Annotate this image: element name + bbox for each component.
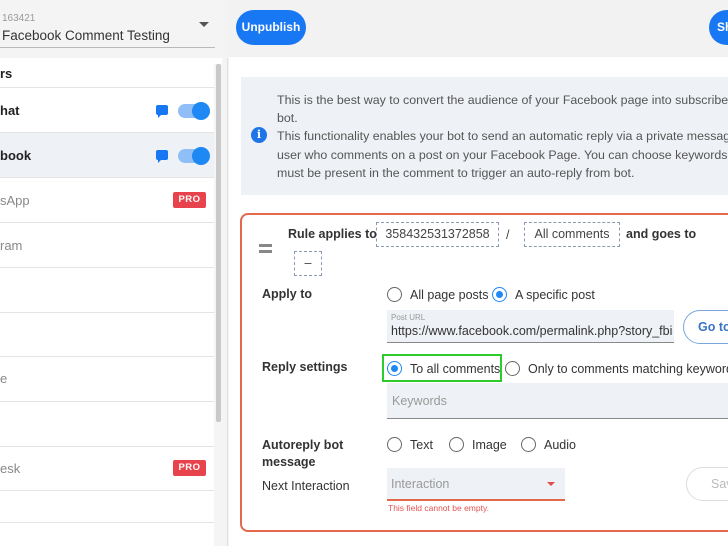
channel-label: sApp	[0, 193, 30, 208]
chat-icon[interactable]	[156, 105, 168, 118]
next-interaction-label: Next Interaction	[262, 479, 350, 493]
autoreply-label-line: Autoreply bot	[262, 438, 344, 452]
channel-item-instagram[interactable]: ram	[0, 223, 222, 268]
reply-settings-label: Reply settings	[262, 360, 348, 374]
radio-label: Text	[410, 438, 433, 452]
interaction-placeholder: Interaction	[391, 477, 450, 491]
drag-handle-icon[interactable]	[259, 244, 272, 253]
channel-item[interactable]	[0, 268, 222, 313]
rule-prefix: Rule applies to	[288, 227, 377, 241]
info-line: This is the best way to convert the audi…	[277, 93, 728, 107]
radio-image[interactable]	[449, 437, 464, 452]
rule-goes-to: and goes to	[626, 227, 697, 241]
rule-card: Rule applies to 358432531372858 / All co…	[240, 213, 728, 532]
page-name: Facebook Comment Testing	[2, 28, 170, 43]
channel-item[interactable]: e	[0, 357, 222, 402]
comment-filter-chip[interactable]: All comments	[524, 222, 620, 247]
channel-item-facebook[interactable]: book	[0, 133, 222, 178]
apply-to-label: Apply to	[262, 287, 312, 301]
page-selector[interactable]: 163421 Facebook Comment Testing	[0, 0, 228, 58]
toggle-knob	[192, 147, 210, 165]
info-line: user who comments on a post on your Face…	[277, 147, 728, 162]
channel-item-whatsapp[interactable]: sApp PRO	[0, 178, 222, 223]
post-url-field[interactable]: Post URL https://www.facebook.com/permal…	[387, 310, 674, 343]
channel-item-chat[interactable]: hat	[0, 88, 222, 133]
channel-label: book	[0, 148, 32, 163]
unpublish-button[interactable]: Unpublish	[236, 10, 306, 45]
interaction-error: This field cannot be empty.	[388, 503, 489, 513]
channel-item-helpdesk[interactable]: esk PRO	[0, 447, 222, 491]
radio-label: To all comments	[410, 362, 501, 376]
autoreply-label: Autoreply bot message	[262, 437, 343, 471]
radio-specific-post[interactable]	[492, 287, 507, 302]
toggle-knob	[192, 102, 210, 120]
sidebar: 163421 Facebook Comment Testing rs hat b…	[0, 0, 228, 546]
pro-badge: PRO	[173, 192, 206, 208]
rule-separator: /	[506, 228, 510, 242]
channel-item[interactable]	[0, 402, 222, 447]
info-line: must be present in the comment to trigge…	[277, 165, 635, 180]
info-icon: i	[251, 127, 267, 143]
radio-matching-keywords[interactable]	[505, 361, 520, 376]
channel-toggle[interactable]	[178, 147, 210, 165]
radio-text[interactable]	[387, 437, 402, 452]
info-line: bot.	[277, 111, 298, 126]
main-area: Unpublish Sh i This is the best way to c…	[229, 0, 728, 546]
post-url-value: https://www.facebook.com/permalink.php?s…	[391, 324, 673, 338]
autoreply-label-line: message	[262, 455, 316, 469]
channel-label: esk	[0, 461, 21, 476]
post-url-label: Post URL	[391, 313, 426, 322]
chevron-down-icon[interactable]	[199, 22, 209, 27]
save-button[interactable]: Sav	[686, 467, 728, 501]
caret-down-icon	[547, 482, 555, 486]
app-root: 163421 Facebook Comment Testing rs hat b…	[0, 0, 728, 546]
share-button[interactable]: Sh	[709, 10, 728, 45]
radio-label: A specific post	[515, 288, 595, 302]
channel-label: hat	[0, 103, 20, 118]
post-id-chip[interactable]: 358432531372858	[376, 222, 499, 247]
channel-label: ram	[0, 238, 23, 253]
info-text: This is the best way to convert the audi…	[277, 91, 728, 182]
radio-label: Audio	[544, 438, 576, 452]
info-line: This functionality enables your bot to s…	[277, 129, 728, 144]
channel-toggle[interactable]	[178, 102, 210, 120]
destination-chip[interactable]: –	[294, 251, 322, 276]
radio-label: All page posts	[410, 288, 489, 302]
chat-icon[interactable]	[156, 150, 168, 163]
channel-label: e	[0, 371, 8, 386]
go-to-button[interactable]: Go to	[683, 310, 728, 344]
pro-badge: PRO	[173, 460, 206, 476]
radio-audio[interactable]	[521, 437, 536, 452]
radio-all-page-posts[interactable]	[387, 287, 402, 302]
channel-item[interactable]	[0, 313, 222, 357]
radio-to-all-comments[interactable]	[387, 361, 402, 376]
keywords-placeholder: Keywords	[392, 394, 447, 408]
content-panel: i This is the best way to convert the au…	[229, 57, 728, 546]
radio-label: Only to comments matching keywords	[528, 362, 728, 376]
page-id: 163421	[2, 13, 36, 24]
section-header-label: rs	[0, 66, 13, 81]
info-box: i This is the best way to convert the au…	[241, 77, 728, 195]
radio-label: Image	[472, 438, 507, 452]
channel-list: rs hat book sApp PRO ram e esk PRO	[0, 58, 222, 546]
sidebar-scrollbar-thumb[interactable]	[216, 64, 221, 422]
keywords-input[interactable]: Keywords	[387, 383, 728, 419]
channel-section-header: rs	[0, 58, 222, 88]
interaction-select[interactable]: Interaction	[387, 468, 565, 501]
page-selector-underline	[0, 47, 215, 48]
channel-item[interactable]	[0, 491, 222, 523]
